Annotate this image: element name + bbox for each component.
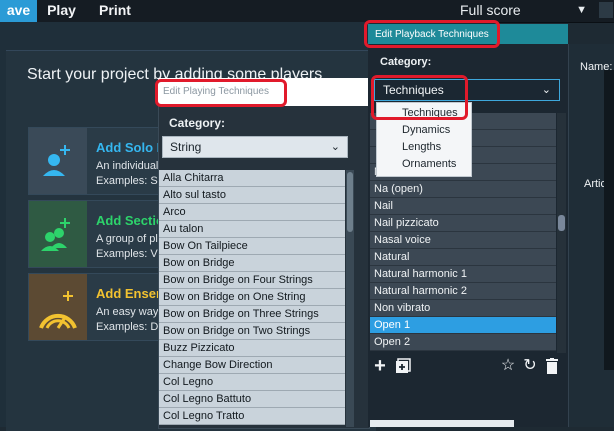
list-item[interactable]: Alto sul tasto [159, 187, 345, 204]
playback-list-scrollbar[interactable] [557, 113, 566, 353]
list-item[interactable]: Natural harmonic 2 [370, 283, 556, 300]
card-desc: An easy way [96, 306, 159, 318]
list-item[interactable]: Nail [370, 198, 556, 215]
plus-icon[interactable]: + [370, 356, 390, 376]
dropdown-option[interactable]: Dynamics [377, 122, 471, 139]
list-item[interactable]: Alla Chitarra [159, 170, 345, 187]
score-layout-value: Full score [460, 2, 521, 18]
ensemble-icon [29, 274, 87, 340]
list-item[interactable]: Open 2 [370, 334, 556, 351]
list-item[interactable]: Bow on Bridge on Four Strings [159, 272, 345, 289]
list-item[interactable]: Bow On Tailpiece [159, 238, 345, 255]
section-player-icon [29, 201, 87, 267]
add-ensemble-card[interactable]: Add Ensemble An easy way Examples: Defau… [28, 273, 186, 341]
reset-icon[interactable]: ↻ [520, 356, 540, 376]
list-item[interactable]: Buzz Pizzicato [159, 340, 345, 357]
list-item[interactable]: Non vibrato [370, 300, 556, 317]
playing-category-select[interactable]: String ⌄ [162, 136, 348, 158]
properties-field-area[interactable] [604, 70, 614, 370]
dialog-footer-strip [370, 420, 514, 427]
playback-toolbar: + ☆ ↻ [368, 354, 568, 380]
scrollbar-thumb[interactable] [347, 172, 353, 232]
list-item[interactable]: Natural [370, 249, 556, 266]
category-label: Category: [169, 116, 226, 130]
add-section-player-card[interactable]: Add Section Player A group of players Ex… [28, 200, 214, 268]
add-solo-player-card[interactable]: Add Solo Player An individual player Exa… [28, 127, 225, 195]
list-item[interactable]: Bow on Bridge on One String [159, 289, 345, 306]
tab-save[interactable]: ave [0, 0, 37, 22]
dropdown-option[interactable]: Lengths [377, 139, 471, 156]
add-box-icon[interactable] [393, 356, 413, 376]
list-item[interactable]: Col Legno [159, 374, 345, 391]
list-item[interactable]: Nail pizzicato [370, 215, 556, 232]
list-item[interactable]: Bow on Bridge on Three Strings [159, 306, 345, 323]
window-control[interactable] [599, 2, 613, 18]
list-item[interactable]: Col Legno Tratto [159, 408, 345, 425]
playing-techniques-list: Alla Chitarra Alto sul tasto Arco Au tal… [159, 170, 345, 427]
chevron-down-icon: ⌄ [541, 84, 551, 96]
tab-print[interactable]: Print [86, 0, 144, 22]
chevron-down-icon: ▼ [576, 4, 587, 16]
list-item[interactable]: Natural harmonic 1 [370, 266, 556, 283]
list-item[interactable]: Col Legno Battuto [159, 391, 345, 408]
highlight-annotation [155, 79, 287, 107]
delete-icon[interactable] [542, 356, 562, 376]
star-icon[interactable]: ☆ [498, 356, 518, 376]
list-item[interactable]: Bow on Bridge on Two Strings [159, 323, 345, 340]
solo-player-icon [29, 128, 87, 194]
list-item[interactable]: Nasal voice [370, 232, 556, 249]
list-item[interactable]: Arco [159, 204, 345, 221]
category-label: Category: [380, 56, 432, 68]
list-item[interactable]: Au talon [159, 221, 345, 238]
chevron-down-icon: ⌄ [330, 141, 340, 153]
dropdown-option[interactable]: Ornaments [377, 156, 471, 173]
top-toolbar: ave Play Print Full score ▼ [0, 0, 614, 23]
scrollbar-thumb[interactable] [558, 215, 565, 231]
list-item[interactable]: Bow on Bridge [159, 255, 345, 272]
highlight-annotation [364, 20, 500, 48]
list-item[interactable]: Change Bow Direction [159, 357, 345, 374]
list-item-selected[interactable]: Open 1 [370, 317, 556, 334]
score-layout-select[interactable]: Full score ▼ [452, 0, 595, 22]
highlight-annotation [371, 75, 468, 120]
list-item[interactable]: Na (open) [370, 181, 556, 198]
tab-play[interactable]: Play [37, 0, 86, 22]
category-value: String [170, 140, 202, 154]
